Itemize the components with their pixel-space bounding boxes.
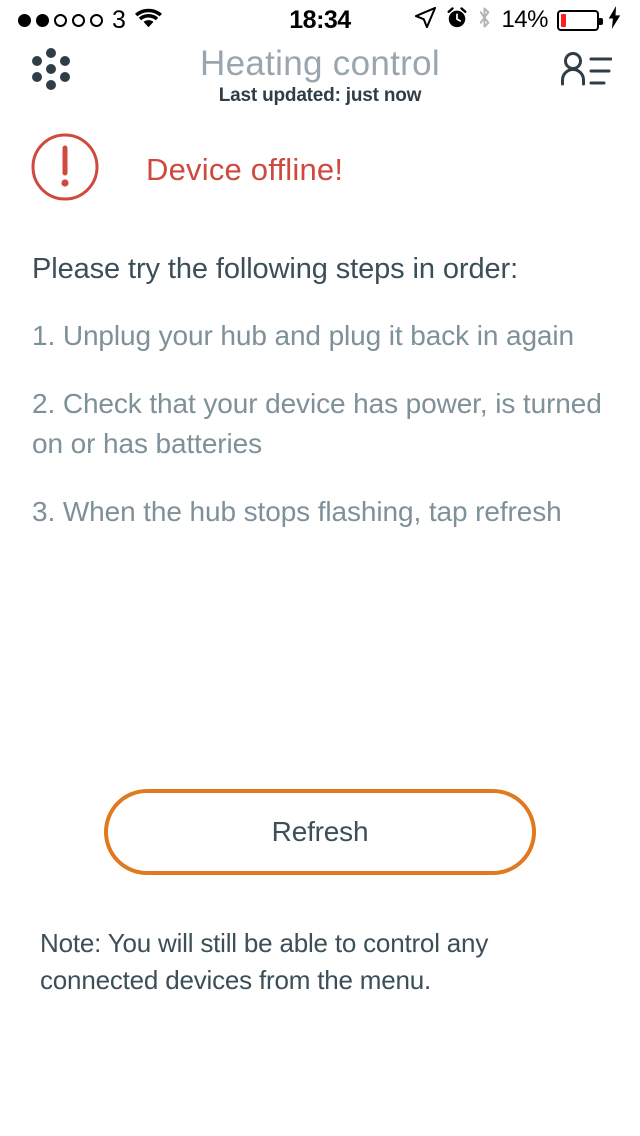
- troubleshooting-steps-list: 1. Unplug your hub and plug it back in a…: [32, 316, 608, 532]
- header-title-group: Heating control Last updated: just now: [0, 44, 640, 107]
- dots-grid-icon[interactable]: [28, 46, 74, 97]
- refresh-button[interactable]: Refresh: [104, 789, 536, 875]
- lightning-bolt-icon: [608, 6, 622, 34]
- main-content: Please try the following steps in order:…: [0, 253, 640, 532]
- status-bar: 3 18:34 14%: [0, 0, 640, 40]
- page-title: Heating control: [200, 44, 440, 83]
- last-updated-label: Last updated: just now: [218, 85, 422, 107]
- list-item: 2. Check that your device has power, is …: [32, 388, 602, 460]
- list-item: 1. Unplug your hub and plug it back in a…: [32, 320, 574, 351]
- offline-alert: Device offline!: [0, 120, 640, 207]
- location-arrow-icon: [414, 6, 437, 34]
- exclamation-circle-icon: [30, 132, 100, 207]
- bluetooth-icon: [477, 6, 492, 34]
- battery-icon: [557, 9, 603, 31]
- battery-percent-label: 14%: [501, 6, 548, 33]
- refresh-button-container: Refresh: [0, 789, 640, 875]
- list-item: 3. When the hub stops flashing, tap refr…: [32, 496, 562, 528]
- app-header: Heating control Last updated: just now: [0, 40, 640, 120]
- offline-alert-message: Device offline!: [146, 151, 344, 187]
- instructions-heading: Please try the following steps in order:: [32, 253, 519, 285]
- footer-note: Note: You will still be able to control …: [40, 928, 489, 995]
- contact-list-icon[interactable]: [560, 46, 613, 97]
- status-bar-right: 14%: [414, 6, 622, 34]
- alarm-clock-icon: [446, 6, 468, 34]
